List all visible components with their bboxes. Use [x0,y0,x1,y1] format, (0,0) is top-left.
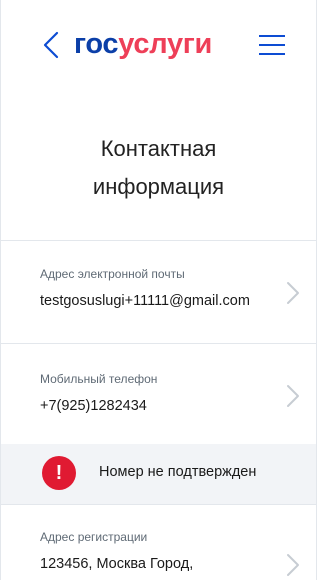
address-label: Адрес регистрации [40,530,148,544]
logo-part-gos: гос [74,28,119,60]
address-value: 123456, Москва Город, [40,556,194,572]
phone-value: +7(925)1282434 [40,398,147,414]
contact-row-email[interactable]: Адрес электронной почты testgosuslugi+11… [1,241,316,341]
logo-part-uslugi: услуги [118,28,213,60]
page-title-line2: информация [92,174,225,199]
chevron-right-icon [287,385,299,407]
header: госуслуги [1,0,316,95]
email-label: Адрес электронной почты [40,267,185,281]
phone-warning-banner: ! Номер не подтвержден [1,444,316,504]
email-value: testgosuslugi+11111@gmail.com [40,293,250,309]
chevron-right-icon [287,554,299,576]
contact-row-phone[interactable]: Мобильный телефон +7(925)1282434 [1,344,316,444]
back-button[interactable] [39,30,65,60]
page-title: Контактная информация [1,130,316,206]
phone-label: Мобильный телефон [40,372,158,386]
menu-button[interactable] [259,33,285,57]
gosuslugi-logo[interactable]: госуслуги [74,26,212,62]
alert-icon: ! [42,456,76,490]
warning-text: Номер не подтвержден [99,464,257,480]
chevron-left-icon [43,31,59,59]
screen-frame: госуслуги Контактная информация Адрес эл… [0,0,317,580]
contact-row-address[interactable]: Адрес регистрации 123456, Москва Город, [1,505,316,580]
page-title-line1: Контактная [100,136,217,161]
chevron-right-icon [287,282,299,304]
